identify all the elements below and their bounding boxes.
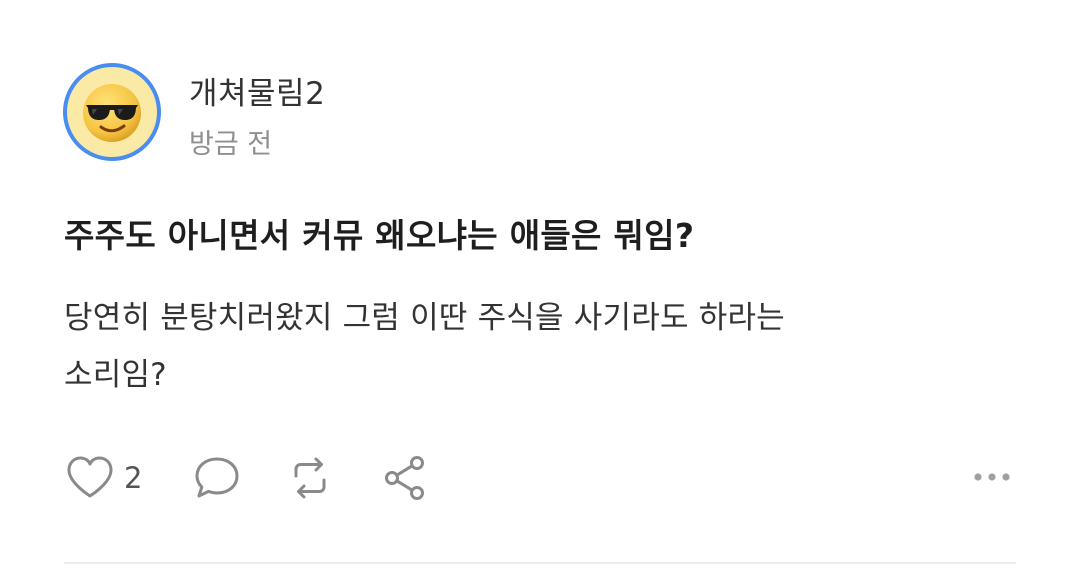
more-options-button[interactable]: [970, 460, 1014, 494]
avatar[interactable]: [63, 63, 161, 161]
heart-icon: [67, 456, 113, 498]
sunglasses-emoji-icon: [83, 84, 141, 142]
post-title: 주주도 아니면서 커뮤 왜오냐는 애들은 뭐임?: [64, 216, 695, 255]
comment-bubble-icon: [195, 457, 239, 498]
share-button[interactable]: [380, 450, 430, 506]
like-count: 2: [124, 461, 143, 495]
like-button[interactable]: 2: [64, 450, 142, 506]
more-dots-icon: [974, 473, 1010, 481]
repost-icon: [294, 457, 326, 499]
author-name[interactable]: 개쳐물림2: [189, 68, 325, 113]
repost-button[interactable]: [284, 450, 336, 506]
divider: [64, 562, 1016, 564]
post-card: 개쳐물림2 방금 전 주주도 아니면서 커뮤 왜오냐는 애들은 뭐임? 당연히 …: [0, 0, 1080, 571]
post-body: 당연히 분탕치러왔지 그럼 이딴 주식을 사기라도 하라는 소리임?: [64, 290, 1024, 404]
post-body-line: 당연히 분탕치러왔지 그럼 이딴 주식을 사기라도 하라는: [64, 300, 785, 336]
comment-button[interactable]: [192, 450, 242, 506]
post-timestamp: 방금 전: [189, 129, 273, 160]
share-icon: [385, 456, 424, 500]
post-body-line: 소리임?: [64, 357, 167, 393]
